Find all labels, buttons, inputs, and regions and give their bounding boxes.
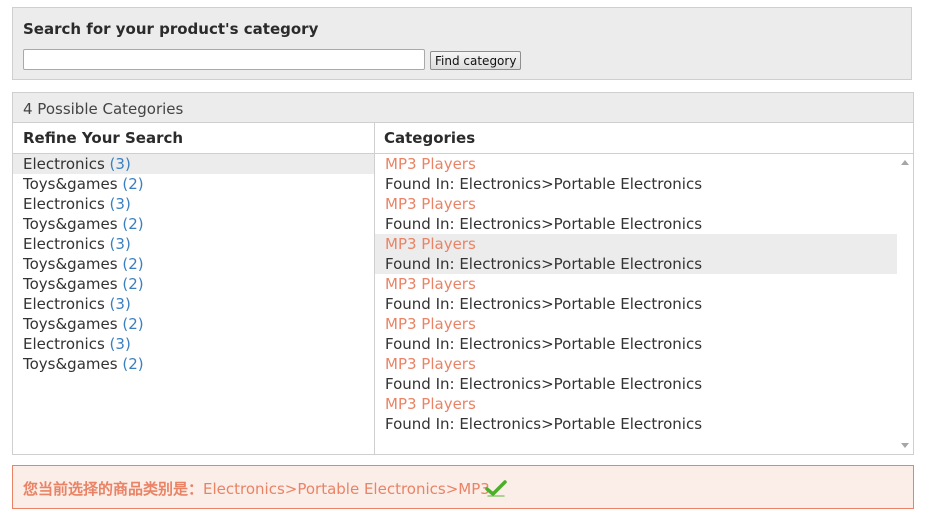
refine-item-count: (3) xyxy=(109,335,131,353)
category-item[interactable]: MP3 Players Found In: Electronics>Portabl… xyxy=(375,354,897,394)
refine-item-label: Toys&games xyxy=(23,215,118,233)
category-path: Found In: Electronics>Portable Electroni… xyxy=(385,215,703,233)
category-path: Found In: Electronics>Portable Electroni… xyxy=(385,415,703,433)
results-header: 4 Possible Categories xyxy=(13,93,913,123)
refine-item[interactable]: Toys&games (2) xyxy=(13,314,374,334)
current-selection-value: Electronics>Portable Electronics>MP3 xyxy=(203,480,490,498)
refine-item-label: Toys&games xyxy=(23,315,118,333)
refine-item-label: Electronics xyxy=(23,295,105,313)
categories-header-label: Categories xyxy=(384,129,476,147)
category-path: Found In: Electronics>Portable Electroni… xyxy=(385,335,703,353)
results-count: 4 Possible Categories xyxy=(23,100,184,118)
category-scrollbar[interactable] xyxy=(897,154,913,454)
category-list: MP3 Players Found In: Electronics>Portabl… xyxy=(375,154,897,434)
refine-item[interactable]: Electronics (3) xyxy=(13,194,374,214)
search-panel: Search for your product's category Find … xyxy=(12,7,912,80)
category-name-link[interactable]: MP3 Players xyxy=(375,154,897,174)
results-panel: 4 Possible Categories Refine Your Search… xyxy=(12,92,914,455)
refine-item-count: (2) xyxy=(122,315,144,333)
category-item[interactable]: MP3 Players Found In: Electronics>Portabl… xyxy=(375,154,897,194)
category-item[interactable]: MP3 Players Found In: Electronics>Portabl… xyxy=(375,194,897,234)
category-path: Found In: Electronics>Portable Electroni… xyxy=(385,175,703,193)
search-input[interactable] xyxy=(23,49,425,70)
categories-column-header: Categories xyxy=(374,123,913,154)
category-name-link[interactable]: MP3 Players xyxy=(375,354,897,374)
refine-item-label: Electronics xyxy=(23,195,105,213)
refine-item-label: Toys&games xyxy=(23,275,118,293)
refine-item[interactable]: Electronics (3) xyxy=(13,154,374,174)
current-selection-text: 您当前选择的商品类别是：Electronics>Portable Electro… xyxy=(23,478,490,499)
refine-item-label: Toys&games xyxy=(23,355,118,373)
refine-item-label: Toys&games xyxy=(23,255,118,273)
checkmark-icon xyxy=(485,480,507,497)
category-name-link[interactable]: MP3 Players xyxy=(375,394,897,414)
refine-item[interactable]: Toys&games (2) xyxy=(13,214,374,234)
refine-header-label: Refine Your Search xyxy=(23,129,184,147)
current-selection-label: 您当前选择的商品类别是： xyxy=(23,480,204,498)
category-item[interactable]: MP3 Players Found In: Electronics>Portabl… xyxy=(375,234,897,274)
refine-item[interactable]: Toys&games (2) xyxy=(13,174,374,194)
current-selection-bar: 您当前选择的商品类别是：Electronics>Portable Electro… xyxy=(12,465,914,509)
find-category-button[interactable]: Find category xyxy=(430,51,522,70)
refine-item-label: Toys&games xyxy=(23,175,118,193)
refine-item-count: (3) xyxy=(109,195,131,213)
refine-list: Electronics (3) Toys&games (2) Electronics… xyxy=(13,154,374,374)
refine-item[interactable]: Toys&games (2) xyxy=(13,274,374,294)
category-item[interactable]: MP3 Players Found In: Electronics>Portabl… xyxy=(375,314,897,354)
refine-item[interactable]: Electronics (3) xyxy=(13,294,374,314)
category-path: Found In: Electronics>Portable Electroni… xyxy=(385,375,703,393)
category-name-link[interactable]: MP3 Players xyxy=(375,194,897,214)
refine-item-count: (2) xyxy=(122,215,144,233)
refine-item[interactable]: Electronics (3) xyxy=(13,334,374,354)
category-path: Found In: Electronics>Portable Electroni… xyxy=(385,255,703,273)
refine-item-count: (2) xyxy=(122,355,144,373)
refine-item-count: (3) xyxy=(109,295,131,313)
refine-item[interactable]: Toys&games (2) xyxy=(13,254,374,274)
refine-item-count: (3) xyxy=(109,235,131,253)
category-name-link[interactable]: MP3 Players xyxy=(375,314,897,334)
category-path: Found In: Electronics>Portable Electroni… xyxy=(385,295,703,313)
search-title: Search for your product's category xyxy=(23,20,319,38)
refine-item-count: (2) xyxy=(122,275,144,293)
refine-item[interactable]: Toys&games (2) xyxy=(13,354,374,374)
refine-item[interactable]: Electronics (3) xyxy=(13,234,374,254)
refine-item-label: Electronics xyxy=(23,235,105,253)
refine-item-count: (2) xyxy=(122,175,144,193)
category-item[interactable]: MP3 Players Found In: Electronics>Portabl… xyxy=(375,394,897,434)
refine-item-count: (3) xyxy=(109,155,131,173)
category-name-link[interactable]: MP3 Players xyxy=(375,274,897,294)
category-name-link[interactable]: MP3 Players xyxy=(375,234,897,254)
refine-column-header: Refine Your Search xyxy=(13,123,374,154)
refine-item-label: Electronics xyxy=(23,335,105,353)
refine-item-count: (2) xyxy=(122,255,144,273)
scroll-up-arrow-icon[interactable] xyxy=(901,160,909,165)
category-item[interactable]: MP3 Players Found In: Electronics>Portabl… xyxy=(375,274,897,314)
scroll-down-arrow-icon[interactable] xyxy=(901,443,909,448)
refine-item-label: Electronics xyxy=(23,155,105,173)
